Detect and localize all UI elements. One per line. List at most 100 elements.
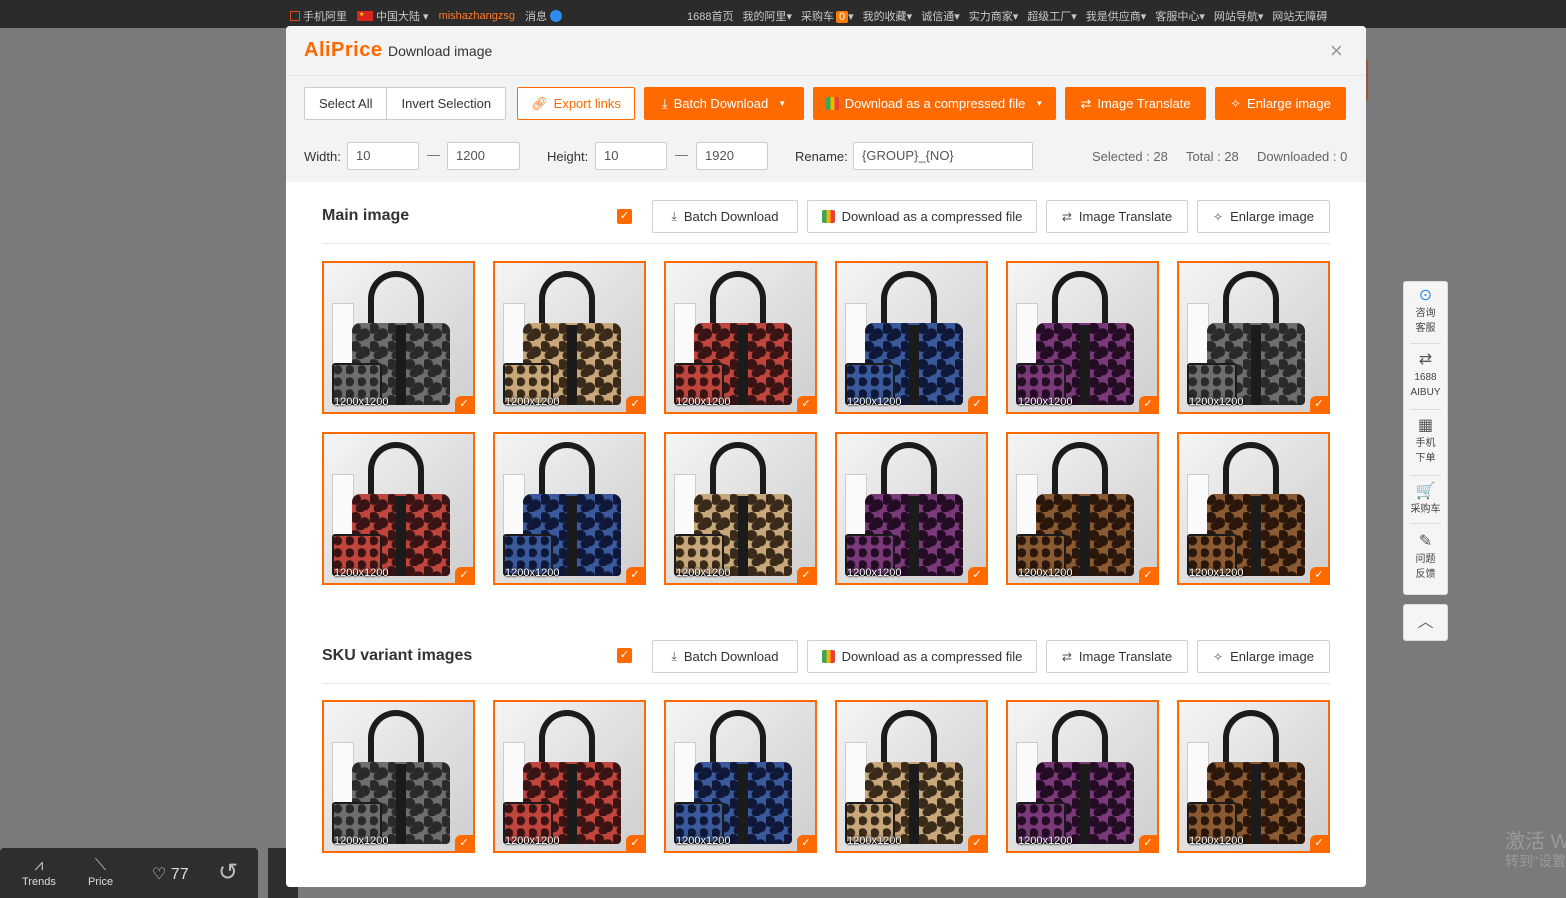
image-thumbnail[interactable]: 1200x1200 ✓ [493,261,646,414]
image-thumbnail[interactable]: 1200x1200 ✓ [835,432,988,585]
image-thumbnail[interactable]: 1200x1200 ✓ [835,261,988,414]
image-size-label: 1200x1200 [1018,835,1073,847]
sidebar-item-mobile-order[interactable]: ▦ 手机下单 [1404,416,1447,466]
sidebar-item-aibuy[interactable]: ⇄ 1688 AIBUY [1404,350,1447,400]
trends-button[interactable]: ⩘ Trends [22,856,56,888]
bag-trim [738,325,748,405]
image-thumbnail[interactable]: 1200x1200 ✓ [1177,700,1330,853]
export-links-button[interactable]: 🔗︎ Export links [517,87,635,120]
region-select[interactable]: 中国大陆 ▾ [357,8,429,24]
link-icon: 🔗︎ [531,95,548,111]
price-button[interactable]: ⟍ Price [88,856,113,888]
checkmark-icon: ✓ [1139,567,1157,583]
image-thumbnail[interactable]: 1200x1200 ✓ [322,700,475,853]
main-enlarge-image-button[interactable]: ✧ Enlarge image [1197,200,1330,233]
sidebar-item-feedback[interactable]: ✎ 问题反馈 [1404,532,1447,582]
bag-trim [1251,496,1261,576]
image-thumbnail[interactable]: 1200x1200 ✓ [493,432,646,585]
nav-accessibility[interactable]: 网站无障碍 [1272,8,1327,24]
image-thumbnail[interactable]: 1200x1200 ✓ [493,700,646,853]
rename-input[interactable]: {GROUP}_{NO} [853,142,1033,170]
sku-enlarge-image-button[interactable]: ✧ Enlarge image [1197,640,1330,673]
checkmark-icon: ✓ [455,835,473,851]
image-thumbnail[interactable]: 1200x1200 ✓ [664,432,817,585]
mobile-link[interactable]: 手机阿里 [290,8,347,24]
translate-icon: ⇄ [1418,351,1433,368]
download-compressed-button[interactable]: Download as a compressed file ▼ [813,87,1056,120]
width-label: Width: [304,149,341,164]
nav-service[interactable]: 客服中心▾ [1155,8,1205,24]
image-thumbnail[interactable]: 1200x1200 ✓ [1006,261,1159,414]
nav-sitemap[interactable]: 网站导航▾ [1214,8,1264,24]
floating-sidebar: ⊙ 咨询客服 ⇄ 1688 AIBUY ▦ 手机下单 🛒 采购车 ✎ 问题反馈 [1403,281,1448,595]
bag-trim [909,325,919,405]
price-label: Price [88,876,114,888]
image-thumbnail[interactable]: 1200x1200 ✓ [664,261,817,414]
history-icon[interactable]: ↺ [218,858,238,887]
chevron-down-icon: ▼ [778,99,787,108]
height-min-input[interactable]: 10 [595,142,667,170]
total-count: Total : 28 [1186,149,1239,164]
nav-supplier[interactable]: 我是供应商▾ [1086,8,1147,24]
sku-batch-download-button[interactable]: ⤓ Batch Download [652,640,798,673]
china-flag-icon [357,11,373,21]
main-batch-download-button[interactable]: ⤓ Batch Download [652,200,798,233]
image-translate-button[interactable]: ⇄ Image Translate [1065,87,1206,120]
sidebar-item-cart[interactable]: 🛒 采购车 [1404,482,1447,517]
nav-super-factory[interactable]: 超级工厂▾ [1027,8,1077,24]
image-size-label: 1200x1200 [334,396,389,408]
image-thumbnail[interactable]: 1200x1200 ✓ [322,432,475,585]
image-thumbnail[interactable]: 1200x1200 ✓ [1006,432,1159,585]
image-thumbnail[interactable]: 1200x1200 ✓ [1177,432,1330,585]
image-thumbnail[interactable]: 1200x1200 ✓ [664,700,817,853]
scroll-top-button[interactable]: ︿ [1403,604,1448,641]
translate-icon: ⇄ [1061,649,1072,664]
select-all-button[interactable]: Select All [305,88,387,119]
image-thumbnail[interactable]: 1200x1200 ✓ [1006,700,1159,853]
image-size-label: 1200x1200 [1189,835,1244,847]
modal-title: Download image [388,43,493,59]
width-min-input[interactable]: 10 [347,142,419,170]
height-max-input[interactable]: 1920 [696,142,768,170]
bag-trim [1080,496,1090,576]
enlarge-image-button[interactable]: ✧ Enlarge image [1215,87,1346,120]
nav-my-alibaba[interactable]: 我的阿里▾ [742,8,792,24]
nav-favorites[interactable]: 我的收藏▾ [863,8,913,24]
nav-strong-merchants[interactable]: 实力商家▾ [969,8,1019,24]
sidebar-item-label: 采购车 [1410,504,1441,515]
favorites-button[interactable]: ♡ 77 [152,864,189,884]
image-size-label: 1200x1200 [847,835,902,847]
checkmark-icon: ✓ [1139,835,1157,851]
image-thumbnail[interactable]: 1200x1200 ✓ [1177,261,1330,414]
nav-trustpass[interactable]: 诚信通▾ [921,8,960,24]
nav-home[interactable]: 1688首页 [687,8,733,24]
sku-image-translate-button[interactable]: ⇄ Image Translate [1046,640,1188,673]
image-size-label: 1200x1200 [1018,396,1073,408]
messages-link[interactable]: 消息 [525,8,563,24]
section-checkbox-main[interactable]: ✓ [617,209,632,224]
sku-download-compressed-button[interactable]: Download as a compressed file [807,640,1037,673]
image-size-label: 1200x1200 [676,396,731,408]
image-thumbnail[interactable]: 1200x1200 ✓ [835,700,988,853]
width-max-input[interactable]: 1200 [447,142,520,170]
section-checkbox-sku[interactable]: ✓ [617,648,632,663]
global-toolbar: Select All Invert Selection 🔗︎ Export lin… [286,76,1366,132]
sidebar-item-label: 咨询客服 [1415,308,1436,334]
heart-icon: ♡ [152,866,167,883]
username-link[interactable]: mishazhangzsg [439,10,515,22]
price-line-icon: ⟍ [94,857,107,874]
bag-trim [738,764,748,844]
height-label: Height: [547,149,589,164]
image-thumbnail[interactable]: 1200x1200 ✓ [322,261,475,414]
bag-trim [567,764,577,844]
batch-download-button[interactable]: ⤓ Batch Download ▼ [644,87,804,120]
translate-icon: ⇄ [1061,209,1072,224]
sidebar-item-customer-service[interactable]: ⊙ 咨询客服 [1404,286,1447,336]
downloaded-count: Downloaded : 0 [1257,149,1348,164]
main-download-compressed-button[interactable]: Download as a compressed file [807,200,1037,233]
close-icon[interactable]: × [1330,38,1343,64]
invert-selection-button[interactable]: Invert Selection [386,88,506,119]
nav-cart[interactable]: 采购车 0 ▾ [801,8,854,24]
main-image-translate-button[interactable]: ⇄ Image Translate [1046,200,1188,233]
image-size-label: 1200x1200 [676,835,731,847]
